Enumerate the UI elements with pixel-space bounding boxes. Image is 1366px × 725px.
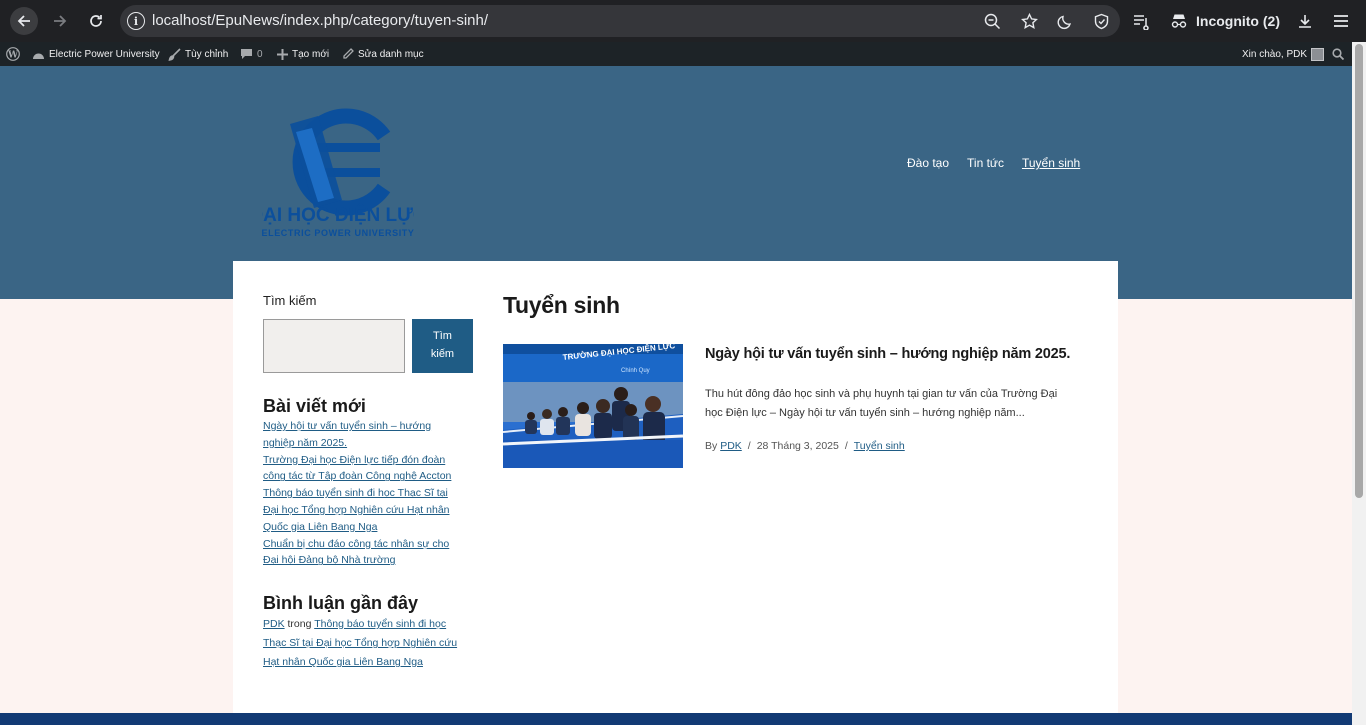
admin-site-link[interactable]: Electric Power University bbox=[32, 42, 160, 66]
plus-icon bbox=[277, 48, 288, 60]
dark-mode-icon[interactable] bbox=[1055, 11, 1075, 31]
admin-edit-category-label: Sửa danh mục bbox=[358, 48, 424, 60]
page-scrollbar[interactable] bbox=[1352, 42, 1366, 725]
main-navigation: Đào tạo Tin tức Tuyển sinh bbox=[907, 156, 1080, 170]
recent-post-link[interactable]: công tác từ Tập đoàn Công nghệ Accton bbox=[263, 468, 473, 485]
comment-post-link[interactable]: Thông báo tuyển sinh đi học bbox=[314, 618, 446, 630]
reload-button[interactable] bbox=[82, 7, 110, 35]
scrollbar-thumb[interactable] bbox=[1355, 44, 1363, 498]
wordpress-logo-icon[interactable]: W bbox=[6, 42, 20, 66]
recent-post-link[interactable]: Chuẩn bị chu đáo công tác nhân sự cho bbox=[263, 536, 473, 553]
browser-toolbar: i localhost/EpuNews/index.php/category/t… bbox=[0, 0, 1366, 42]
search-button-label-2: kiếm bbox=[430, 348, 455, 360]
menu-icon[interactable] bbox=[1333, 11, 1349, 31]
download-icon[interactable] bbox=[1297, 11, 1313, 31]
comment-connector: trong bbox=[287, 618, 312, 630]
search-label: Tìm kiếm bbox=[263, 293, 317, 308]
recent-comment: PDK trong Thông báo tuyển sinh đi học Th… bbox=[263, 615, 475, 672]
admin-comments-count: 0 bbox=[257, 48, 263, 60]
svg-text:ELECTRIC POWER UNIVERSITY: ELECTRIC POWER UNIVERSITY bbox=[262, 228, 414, 238]
forward-button[interactable] bbox=[46, 7, 74, 35]
search-input[interactable] bbox=[263, 319, 405, 373]
admin-comments-link[interactable]: 0 bbox=[240, 42, 263, 66]
post-excerpt-line: học Điện lực – Ngày hội tư vấn tuyển sin… bbox=[705, 407, 1025, 419]
admin-new-label: Tạo mới bbox=[292, 48, 330, 60]
admin-search-icon[interactable] bbox=[1332, 42, 1344, 66]
meta-separator: / bbox=[747, 440, 751, 452]
svg-text:Chính Quy: Chính Quy bbox=[621, 368, 650, 374]
admin-customize-link[interactable]: Tùy chỉnh bbox=[168, 42, 228, 66]
arrow-right-icon bbox=[54, 15, 67, 27]
list-item: Trường Đại học Điện lực tiếp đón đoàn cô… bbox=[263, 452, 473, 486]
incognito-indicator[interactable]: Incognito (2) bbox=[1170, 11, 1280, 31]
page-title: Tuyển sinh bbox=[503, 292, 620, 318]
bookmark-star-icon[interactable] bbox=[1019, 11, 1039, 31]
site-footer bbox=[0, 713, 1352, 725]
list-item: Thông báo tuyển sinh đi học Thạc Sĩ tại … bbox=[263, 485, 473, 535]
list-item: Ngày hội tư vấn tuyển sinh – hướng nghiệ… bbox=[263, 418, 473, 452]
shield-extension-icon[interactable] bbox=[1091, 11, 1111, 31]
comment-icon bbox=[241, 49, 252, 59]
incognito-label: Incognito (2) bbox=[1196, 13, 1280, 29]
recent-post-link[interactable]: Trường Đại học Điện lực tiếp đón đoàn bbox=[263, 452, 473, 469]
recent-post-link[interactable]: Đại học Tổng hợp Nghiên cứu Hạt nhân bbox=[263, 502, 473, 519]
admin-site-name: Electric Power University bbox=[49, 48, 160, 60]
search-button[interactable]: Tìm kiếm bbox=[412, 319, 473, 373]
svg-text:W: W bbox=[7, 50, 19, 60]
nav-dao-tao[interactable]: Đào tạo bbox=[907, 156, 949, 170]
content-card: Tìm kiếm Tìm kiếm Bài viết mới Ngày hội … bbox=[233, 261, 1118, 713]
post-title-link[interactable]: Ngày hội tư vấn tuyển sinh – hướng nghiệ… bbox=[705, 346, 1070, 362]
admin-account-link[interactable]: Xin chào, PDK bbox=[1242, 42, 1325, 66]
recent-posts-title: Bài viết mới bbox=[263, 396, 366, 416]
admin-greeting: Xin chào, PDK bbox=[1242, 48, 1308, 60]
address-bar[interactable]: i localhost/EpuNews/index.php/category/t… bbox=[120, 5, 1120, 37]
avatar bbox=[1311, 47, 1325, 61]
arrow-left-icon bbox=[17, 15, 30, 27]
meta-separator: / bbox=[844, 440, 848, 452]
nav-tuyen-sinh[interactable]: Tuyển sinh bbox=[1022, 156, 1080, 170]
list-item: Chuẩn bị chu đáo công tác nhân sự cho Đạ… bbox=[263, 536, 473, 570]
comment-post-link[interactable]: Hạt nhân Quốc gia Liên Bang Nga bbox=[263, 656, 423, 668]
post-meta: By PDK / 28 Tháng 3, 2025 / Tuyển sinh bbox=[705, 440, 905, 452]
brush-icon bbox=[168, 47, 181, 61]
post-excerpt: Thu hút đông đảo học sinh và phụ huynh t… bbox=[705, 385, 1095, 423]
admin-customize-label: Tùy chỉnh bbox=[185, 48, 229, 60]
recent-posts-list: Ngày hội tư vấn tuyển sinh – hướng nghiệ… bbox=[263, 418, 473, 569]
dashboard-icon bbox=[33, 53, 44, 59]
site-info-icon[interactable]: i bbox=[127, 12, 145, 30]
post-thumbnail[interactable]: TRƯỜNG ĐẠI HỌC ĐIỆN LỰC Chính Quy bbox=[503, 344, 683, 468]
admin-new-link[interactable]: Tạo mới bbox=[277, 42, 329, 66]
nav-tin-tuc[interactable]: Tin tức bbox=[967, 156, 1004, 170]
zoom-out-icon[interactable] bbox=[982, 11, 1002, 31]
recent-post-link[interactable]: Thông báo tuyển sinh đi học Thạc Sĩ tại bbox=[263, 485, 473, 502]
svg-text:ĐẠI HỌC ĐIỆN LỰC: ĐẠI HỌC ĐIỆN LỰC bbox=[262, 204, 414, 226]
comment-author-link[interactable]: PDK bbox=[263, 618, 285, 630]
post-author-link[interactable]: PDK bbox=[720, 440, 742, 452]
recent-post-link[interactable]: nghiệp năm 2025. bbox=[263, 435, 473, 452]
reading-list-icon[interactable] bbox=[1132, 11, 1150, 31]
post-date: 28 Tháng 3, 2025 bbox=[756, 440, 839, 452]
recent-comments-title: Bình luận gần đây bbox=[263, 593, 419, 613]
comment-post-link[interactable]: Thạc Sĩ tại Đại học Tổng hợp Nghiên cứu bbox=[263, 637, 457, 649]
recent-post-link[interactable]: Quốc gia Liên Bang Nga bbox=[263, 519, 473, 536]
post-excerpt-line: Thu hút đông đảo học sinh và phụ huynh t… bbox=[705, 388, 1058, 400]
wp-admin-bar: W Electric Power University Tùy chỉnh 0 … bbox=[0, 42, 1352, 66]
url-text[interactable]: localhost/EpuNews/index.php/category/tuy… bbox=[152, 12, 488, 29]
post-category-link[interactable]: Tuyển sinh bbox=[854, 440, 905, 452]
post-by-label: By PDK bbox=[705, 440, 742, 452]
recent-post-link[interactable]: Ngày hội tư vấn tuyển sinh – hướng bbox=[263, 418, 473, 435]
search-button-label-1: Tìm bbox=[433, 330, 452, 342]
university-logo[interactable]: ĐẠI HỌC ĐIỆN LỰC ELECTRIC POWER UNIVERSI… bbox=[249, 88, 427, 240]
back-button[interactable] bbox=[10, 7, 38, 35]
recent-post-link[interactable]: Đại hội Đảng bộ Nhà trường bbox=[263, 552, 473, 569]
incognito-icon bbox=[1171, 14, 1187, 28]
by-text: By bbox=[705, 440, 718, 452]
admin-edit-category-link[interactable]: Sửa danh mục bbox=[342, 42, 424, 66]
pencil-icon bbox=[343, 48, 354, 59]
reload-icon bbox=[90, 15, 102, 27]
